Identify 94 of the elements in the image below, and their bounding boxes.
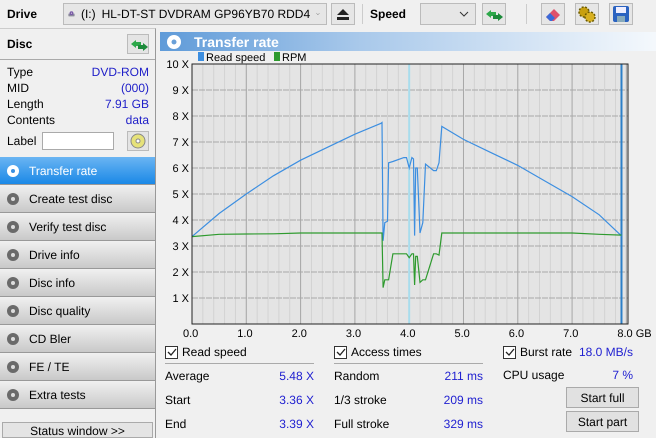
drive-dropdown[interactable]: (I:) HL-DT-ST DVDRAM GP96YB70 RDD4: [63, 3, 327, 25]
info-label: Type: [7, 65, 34, 79]
drive-label: Drive: [7, 7, 38, 21]
disc-icon: [6, 304, 20, 318]
disc-icon: [6, 332, 20, 346]
y-tick-label: 4 X: [172, 215, 189, 227]
nav-item[interactable]: Disc quality: [0, 297, 155, 325]
x-tick-label: 2.0: [292, 328, 307, 340]
disc-icon: [6, 220, 20, 234]
chevron-icon: [459, 11, 469, 17]
info-value: data: [126, 113, 149, 127]
erase-button[interactable]: [541, 3, 565, 25]
checkbox[interactable]: Read speed: [165, 345, 247, 359]
speed-label: Speed: [370, 7, 408, 21]
nav-item[interactable]: Disc info: [0, 269, 155, 297]
stat-label: CPU usage: [503, 368, 564, 382]
y-tick-label: 10 X: [166, 59, 189, 71]
label-label: Label: [7, 134, 36, 148]
eject-button[interactable]: [331, 3, 355, 25]
disc-icon: [6, 192, 20, 206]
y-tick-label: 7 X: [172, 137, 189, 149]
disc-icon: [166, 34, 182, 50]
stat-label: Random: [334, 369, 380, 383]
x-tick-label: 3.0: [346, 328, 362, 340]
x-tick-label: 7.0: [563, 328, 578, 340]
status-window-button[interactable]: Status window >>: [2, 422, 153, 438]
nav-item[interactable]: FE / TE: [0, 353, 155, 381]
stat-value: 5.48 X: [279, 369, 314, 383]
settings-button[interactable]: [575, 3, 599, 25]
checkbox[interactable]: Access times: [334, 345, 422, 359]
stat-value: 3.39 X: [279, 417, 314, 431]
check-icon: [336, 348, 346, 356]
disc-button[interactable]: [127, 131, 149, 151]
gears-icon: [577, 5, 597, 23]
nav-item[interactable]: CD Bler: [0, 325, 155, 353]
legend-swatch: [274, 52, 280, 61]
nav-item[interactable]: Drive info: [0, 241, 155, 269]
disc-icon: [6, 248, 20, 262]
info-label: MID: [7, 81, 29, 95]
x-tick-label: 1.0: [237, 328, 253, 340]
save-button[interactable]: [609, 3, 633, 25]
x-tick-label: 8.0 GB: [617, 328, 652, 340]
start-button[interactable]: Start full: [566, 387, 639, 408]
refresh-button[interactable]: [127, 34, 149, 54]
disc-icon: [6, 388, 20, 402]
check-icon: [504, 348, 514, 356]
stat-value: 3.36 X: [279, 393, 314, 407]
stat-label: Start: [165, 393, 190, 407]
save-icon: [612, 5, 630, 23]
y-tick-label: 1 X: [172, 293, 189, 305]
start-button[interactable]: Start part: [566, 411, 639, 432]
drive-letter: (I:): [80, 7, 96, 21]
info-value: DVD-ROM: [92, 65, 149, 79]
legend-label: Read speed: [206, 52, 266, 64]
x-tick-label: 6.0: [508, 328, 524, 340]
x-tick-label: 0.0: [183, 328, 198, 340]
disc-icon: [6, 360, 20, 374]
nav-item[interactable]: Verify test disc: [0, 213, 155, 241]
disc-icon: [130, 133, 146, 149]
x-tick-label: 4.0: [400, 328, 416, 340]
y-tick-label: 6 X: [172, 163, 189, 175]
info-value: 7.91 GB: [104, 97, 149, 111]
check-icon: [166, 348, 176, 356]
stat-value: 18.0 MB/s: [578, 345, 633, 359]
y-tick-label: 9 X: [172, 85, 189, 97]
eject-icon: [335, 7, 351, 21]
x-tick-label: 5.0: [454, 328, 470, 340]
stat-label: Full stroke: [334, 417, 390, 431]
drive-name: HL-DT-ST DVDRAM GP96YB70 RDD4: [102, 7, 310, 21]
nav-item[interactable]: Extra tests: [0, 381, 155, 409]
info-label: Length: [7, 97, 44, 111]
refresh-button[interactable]: [482, 3, 506, 25]
stat-value: 211 ms: [444, 369, 483, 383]
stat-value: 7 %: [612, 368, 633, 382]
y-tick-label: 2 X: [172, 267, 189, 279]
disc-icon: [6, 164, 20, 178]
stat-label: 1/3 stroke: [334, 393, 387, 407]
stat-value: 209 ms: [444, 393, 483, 407]
disc-icon: [6, 276, 20, 290]
nav-item[interactable]: Create test disc: [0, 185, 155, 213]
legend-label: RPM: [282, 52, 306, 64]
checkbox[interactable]: Burst rate: [503, 345, 572, 359]
info-label: Contents: [7, 113, 56, 127]
stat-value: 329 ms: [444, 417, 483, 431]
info-value: (000): [120, 81, 149, 95]
legend-swatch: [198, 52, 204, 61]
y-tick-label: 3 X: [172, 241, 189, 253]
stat-label: End: [165, 417, 186, 431]
disc-title: Disc: [7, 37, 32, 51]
stat-label: Average: [165, 369, 210, 383]
panel-title: Transfer rate: [194, 34, 279, 50]
y-tick-label: 8 X: [172, 111, 189, 123]
label-field[interactable]: [42, 132, 114, 150]
y-tick-label: 5 X: [172, 189, 189, 201]
